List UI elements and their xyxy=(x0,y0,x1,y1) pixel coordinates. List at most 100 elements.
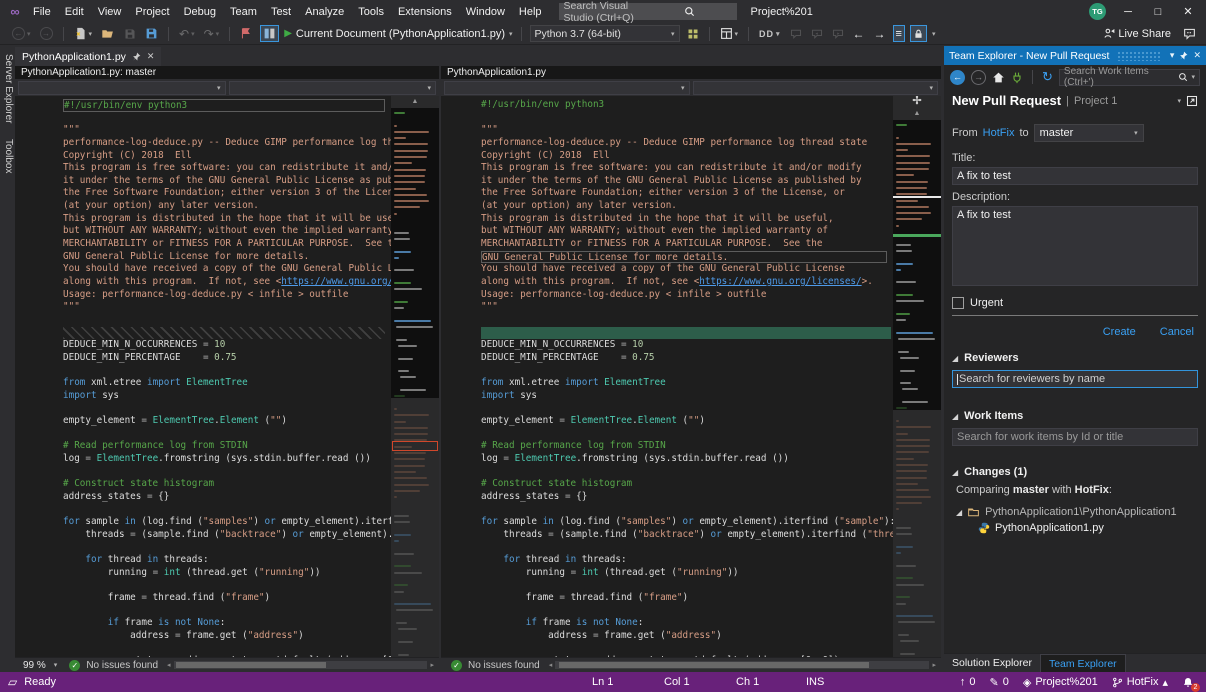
minimize-button[interactable]: ─ xyxy=(1120,6,1136,18)
python-environment-dropdown[interactable]: Python 3.7 (64-bit) ▾ xyxy=(530,25,680,42)
compare-files-toggle[interactable] xyxy=(260,25,279,42)
live-share-button[interactable]: Live Share xyxy=(1101,26,1173,41)
open-file-button[interactable] xyxy=(99,26,117,41)
redo-button[interactable]: ↷▾ xyxy=(202,26,222,42)
menu-item[interactable]: Edit xyxy=(58,0,91,23)
environment-settings-button[interactable] xyxy=(685,27,701,41)
save-button[interactable] xyxy=(122,27,138,41)
repository-indicator[interactable]: ◈ Project%201 xyxy=(1023,676,1098,689)
diff-layout-dropdown[interactable]: DD▾ xyxy=(757,28,783,40)
refresh-icon[interactable]: ↻ xyxy=(1042,69,1053,85)
avatar[interactable]: TG xyxy=(1089,3,1106,20)
lock-toggle[interactable] xyxy=(910,25,927,42)
search-box[interactable]: Search Visual Studio (Ctrl+Q) xyxy=(559,3,737,20)
menu-item[interactable]: Debug xyxy=(177,0,223,23)
menu-item[interactable]: Help xyxy=(512,0,549,23)
add-comment-button[interactable] xyxy=(788,27,804,41)
changes-section-header[interactable]: ◢ Changes (1) xyxy=(952,466,1198,478)
pr-description-input[interactable]: A fix to test xyxy=(952,206,1198,286)
undo-button[interactable]: ↶▾ xyxy=(177,26,197,42)
branch-indicator[interactable]: HotFix ▴ xyxy=(1112,676,1168,689)
pending-pushes[interactable]: ↑ 0 xyxy=(960,676,976,688)
pending-edits[interactable]: ✎ 0 xyxy=(990,676,1009,689)
tab-solution-explorer[interactable]: Solution Explorer xyxy=(944,654,1040,672)
feedback-button[interactable] xyxy=(1181,26,1198,41)
page-dropdown-icon[interactable]: ▾ xyxy=(1177,97,1181,105)
work-items-search-input[interactable]: Search for work items by Id or title xyxy=(952,428,1198,446)
push-arrow-icon: ↑ xyxy=(960,676,966,688)
menu-item[interactable]: Extensions xyxy=(391,0,459,23)
code-line: frame = thread.find ("frame") xyxy=(481,592,893,605)
menu-item[interactable]: File xyxy=(26,0,58,23)
next-difference-button[interactable]: → xyxy=(872,26,888,42)
scroll-up-icon[interactable]: ▲ xyxy=(391,96,439,108)
member-dropdown[interactable]: ▾ xyxy=(693,81,939,95)
menu-item[interactable]: Tools xyxy=(351,0,391,23)
create-button[interactable]: Create xyxy=(1103,326,1136,338)
panel-close-icon[interactable]: ✕ xyxy=(1193,50,1201,61)
ignore-whitespace-toggle[interactable]: ≡ xyxy=(893,25,905,42)
urgent-checkbox[interactable] xyxy=(952,297,964,309)
tree-file-row[interactable]: PythonApplication1.py xyxy=(956,520,1198,536)
menu-item[interactable]: Test xyxy=(264,0,298,23)
popout-icon[interactable] xyxy=(1186,95,1198,107)
next-comment-button[interactable] xyxy=(830,27,846,41)
reviewers-section-header[interactable]: ◢ Reviewers xyxy=(952,352,1198,364)
work-items-section-header[interactable]: ◢ Work Items xyxy=(952,410,1198,422)
navigate-forward-button[interactable]: → xyxy=(38,26,55,41)
collapse-triangle-icon: ◢ xyxy=(952,412,958,421)
menu-item[interactable]: Team xyxy=(223,0,264,23)
prev-comment-button[interactable] xyxy=(809,27,825,41)
splitter-handle-icon[interactable]: ✢ xyxy=(893,96,941,108)
window-position-dropdown-icon[interactable]: ▾ xyxy=(1170,50,1175,61)
te-forward-button[interactable]: → xyxy=(971,70,986,85)
code-editor-right[interactable]: #!/usr/bin/env python3"""performance-log… xyxy=(441,96,893,657)
menu-item[interactable]: View xyxy=(91,0,129,23)
new-file-button[interactable]: ▾ xyxy=(72,26,95,41)
code-line: # Read performance log from STDIN xyxy=(481,440,893,453)
team-explorer-title-bar[interactable]: Team Explorer - New Pull Request ▾ ✕ xyxy=(944,46,1206,65)
navigate-back-button[interactable]: ←▾ xyxy=(10,26,33,41)
vertical-tool-tab[interactable]: Toolbox xyxy=(0,133,15,179)
cancel-button[interactable]: Cancel xyxy=(1160,326,1194,338)
source-branch-link[interactable]: HotFix xyxy=(983,127,1015,139)
menu-item[interactable]: Window xyxy=(459,0,512,23)
notifications-button[interactable]: 2 xyxy=(1182,676,1194,689)
window-layout-button[interactable]: ▾ xyxy=(718,26,741,41)
scroll-up-icon[interactable]: ▲ xyxy=(893,108,941,120)
connect-plug-icon[interactable] xyxy=(1011,71,1023,84)
search-icon xyxy=(1178,72,1188,82)
new-file-icon xyxy=(74,27,87,40)
page-header: New Pull Request | Project 1 ▾ xyxy=(944,89,1206,114)
menu-item[interactable]: Project xyxy=(128,0,176,23)
te-back-button[interactable]: ← xyxy=(950,70,965,85)
pin-icon[interactable] xyxy=(132,52,141,61)
close-button[interactable]: ✕ xyxy=(1180,5,1196,18)
menu-item[interactable]: Analyze xyxy=(298,0,351,23)
previous-difference-button[interactable]: ← xyxy=(851,26,867,42)
member-dropdown[interactable]: ▾ xyxy=(229,81,437,95)
pin-icon[interactable] xyxy=(1179,51,1188,60)
document-tab[interactable]: PythonApplication1.py ✕ xyxy=(15,47,161,66)
run-button[interactable]: ▶ Current Document (PythonApplication1.p… xyxy=(284,28,512,40)
tree-folder-row[interactable]: ◢ PythonApplication1\PythonApplication1 xyxy=(956,504,1198,520)
tab-team-explorer[interactable]: Team Explorer xyxy=(1040,654,1126,672)
reviewers-search-input[interactable]: Search for reviewers by name xyxy=(952,370,1198,388)
type-dropdown[interactable]: ▾ xyxy=(18,81,226,95)
pr-title-input[interactable] xyxy=(952,167,1198,185)
horizontal-scrollbar-right[interactable]: ◂ ▸ xyxy=(546,660,939,670)
save-all-button[interactable] xyxy=(143,26,160,41)
horizontal-scrollbar-left[interactable]: ◂ ▸ xyxy=(164,660,437,670)
extension-button[interactable] xyxy=(238,26,255,41)
target-branch-dropdown[interactable]: master ▾ xyxy=(1034,124,1144,142)
work-items-search-box[interactable]: Search Work Items (Ctrl+') ▾ xyxy=(1059,69,1200,86)
home-icon[interactable] xyxy=(992,71,1005,84)
zoom-control[interactable]: 99 % ▾ xyxy=(17,660,63,671)
type-dropdown[interactable]: ▾ xyxy=(444,81,690,95)
minimap-left[interactable]: ▲ xyxy=(391,96,439,657)
maximize-button[interactable]: □ xyxy=(1150,6,1166,18)
vertical-tool-tab[interactable]: Server Explorer xyxy=(0,48,15,129)
tab-close-icon[interactable]: ✕ xyxy=(147,51,155,62)
code-editor-left[interactable]: #!/usr/bin/env python3"""performance-log… xyxy=(15,96,391,657)
minimap-right[interactable]: ✢ ▲ xyxy=(893,96,941,657)
